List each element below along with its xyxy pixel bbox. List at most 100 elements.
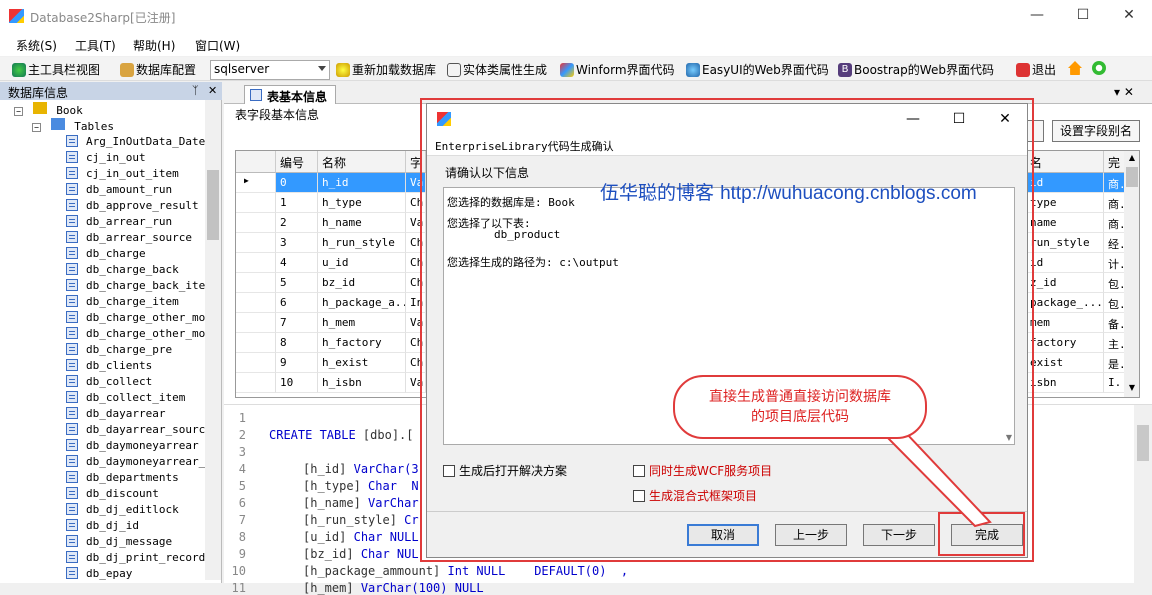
reload-db-button[interactable]: 重新加载数据库 xyxy=(336,61,436,78)
cell-alias[interactable]: run_style xyxy=(1026,233,1104,253)
row-indicator[interactable] xyxy=(236,193,276,213)
wcf-checkbox[interactable]: 同时生成WCF服务项目 xyxy=(633,462,772,479)
db-type-select[interactable]: sqlserver xyxy=(210,60,330,80)
cell-desc[interactable]: 是. xyxy=(1104,353,1126,373)
cell-no[interactable]: 5 xyxy=(276,273,318,293)
scroll-down-icon[interactable]: ▼ xyxy=(1006,433,1012,442)
cell-name[interactable]: h_id xyxy=(318,173,406,193)
cell-name[interactable]: h_type xyxy=(318,193,406,213)
cell-name[interactable]: h_run_style xyxy=(318,233,406,253)
cell-no[interactable]: 4 xyxy=(276,253,318,273)
scrollbar[interactable] xyxy=(1134,405,1152,584)
collapse-icon[interactable]: − xyxy=(32,123,41,132)
checkbox-box[interactable] xyxy=(633,464,645,477)
cell-name[interactable]: u_id xyxy=(318,253,406,273)
checkbox-box[interactable] xyxy=(443,464,455,477)
row-indicator[interactable] xyxy=(236,373,276,393)
close-icon[interactable]: ✕ xyxy=(208,84,217,97)
minimize-icon[interactable]: — xyxy=(890,104,936,134)
tab-table-info[interactable]: 表基本信息 xyxy=(244,85,336,104)
main-toolbar-view-button[interactable]: 主工具栏视图 xyxy=(12,61,100,78)
cell-desc[interactable]: 包. xyxy=(1104,293,1126,313)
prev-button[interactable]: 上一步 xyxy=(775,524,847,546)
cell-desc[interactable]: 商. xyxy=(1104,193,1126,213)
row-indicator[interactable] xyxy=(236,333,276,353)
menu-window[interactable]: 窗口(W) xyxy=(195,37,240,54)
cancel-button[interactable]: 取消 xyxy=(687,524,759,546)
grid-header-desc[interactable]: 完 xyxy=(1104,151,1126,173)
maximize-icon[interactable]: ☐ xyxy=(936,104,982,134)
open-solution-checkbox[interactable]: 生成后打开解决方案 xyxy=(443,462,567,479)
collapse-icon[interactable]: − xyxy=(14,107,23,116)
cell-no[interactable]: 10 xyxy=(276,373,318,393)
tab-controls[interactable]: ▾ ✕ xyxy=(1114,85,1134,99)
cell-no[interactable]: 2 xyxy=(276,213,318,233)
cell-desc[interactable]: 主. xyxy=(1104,333,1126,353)
cell-alias[interactable]: name xyxy=(1026,213,1104,233)
cell-desc[interactable]: 备. xyxy=(1104,313,1126,333)
checkbox-box[interactable] xyxy=(633,489,645,502)
set-alias-button[interactable]: 设置字段别名 xyxy=(1052,120,1140,142)
refresh-icon[interactable] xyxy=(1092,61,1106,75)
menu-system[interactable]: 系统(S) xyxy=(16,37,57,54)
next-button[interactable]: 下一步 xyxy=(863,524,935,546)
cell-name[interactable]: h_package_a... xyxy=(318,293,406,313)
tree-node-root[interactable]: − Book xyxy=(14,102,83,118)
row-indicator[interactable] xyxy=(236,213,276,233)
cell-desc[interactable]: 商. xyxy=(1104,213,1126,233)
exit-button[interactable]: 退出 xyxy=(1016,61,1056,78)
row-indicator[interactable] xyxy=(236,253,276,273)
easyui-button[interactable]: EasyUI的Web界面代码 xyxy=(686,61,829,78)
scrollbar[interactable] xyxy=(205,100,221,580)
scroll-thumb[interactable] xyxy=(1137,425,1149,461)
maximize-icon[interactable]: ☐ xyxy=(1060,0,1106,30)
close-icon[interactable]: ✕ xyxy=(982,104,1028,134)
row-indicator[interactable] xyxy=(236,273,276,293)
scroll-thumb[interactable] xyxy=(207,170,219,240)
cell-no[interactable]: 8 xyxy=(276,333,318,353)
grid-header-name[interactable]: 名称 xyxy=(318,151,406,173)
winform-button[interactable]: Winform界面代码 xyxy=(560,61,675,78)
entity-gen-button[interactable]: 实体类属性生成 xyxy=(447,61,547,78)
bootstrap-button[interactable]: B Boostrap的Web界面代码 xyxy=(838,61,994,78)
tree-node-tables[interactable]: − Tables xyxy=(32,118,114,134)
cell-alias[interactable]: isbn xyxy=(1026,373,1104,393)
cell-desc[interactable]: 经. xyxy=(1104,233,1126,253)
row-indicator[interactable]: ▶ xyxy=(236,173,276,193)
row-indicator[interactable] xyxy=(236,233,276,253)
cell-desc[interactable]: I. xyxy=(1104,373,1126,393)
cell-no[interactable]: 9 xyxy=(276,353,318,373)
cell-desc[interactable]: 计. xyxy=(1104,253,1126,273)
cell-alias[interactable]: type xyxy=(1026,193,1104,213)
cell-no[interactable]: 1 xyxy=(276,193,318,213)
grid-header-no[interactable]: 编号 xyxy=(276,151,318,173)
cell-alias[interactable]: id xyxy=(1026,173,1104,193)
scrollbar[interactable]: ▲ ▼ xyxy=(1124,151,1139,397)
row-indicator[interactable] xyxy=(236,293,276,313)
cell-alias[interactable]: package_... xyxy=(1026,293,1104,313)
cell-name[interactable]: h_exist xyxy=(318,353,406,373)
minimize-icon[interactable]: — xyxy=(1014,0,1060,30)
scroll-up-icon[interactable]: ▲ xyxy=(1126,153,1138,165)
menu-help[interactable]: 帮助(H) xyxy=(133,37,175,54)
cell-alias[interactable]: exist xyxy=(1026,353,1104,373)
cell-alias[interactable]: id xyxy=(1026,253,1104,273)
grid-header-alias[interactable]: 名 xyxy=(1026,151,1104,173)
hybrid-checkbox[interactable]: 生成混合式框架项目 xyxy=(633,487,757,504)
cell-no[interactable]: 0 xyxy=(276,173,318,193)
row-indicator[interactable] xyxy=(236,313,276,333)
cell-desc[interactable]: 包. xyxy=(1104,273,1126,293)
cell-alias[interactable]: factory xyxy=(1026,333,1104,353)
menu-tools[interactable]: 工具(T) xyxy=(75,37,116,54)
cell-name[interactable]: bz_id xyxy=(318,273,406,293)
cell-name[interactable]: h_name xyxy=(318,213,406,233)
cell-no[interactable]: 7 xyxy=(276,313,318,333)
scroll-down-icon[interactable]: ▼ xyxy=(1126,383,1138,395)
cell-desc[interactable]: 商. xyxy=(1104,173,1126,193)
db-config-button[interactable]: 数据库配置 xyxy=(120,61,196,78)
home-icon[interactable] xyxy=(1068,61,1082,75)
cell-name[interactable]: h_mem xyxy=(318,313,406,333)
cell-alias[interactable]: mem xyxy=(1026,313,1104,333)
pin-icon[interactable]: ᛉ xyxy=(192,84,199,97)
cell-name[interactable]: h_isbn xyxy=(318,373,406,393)
